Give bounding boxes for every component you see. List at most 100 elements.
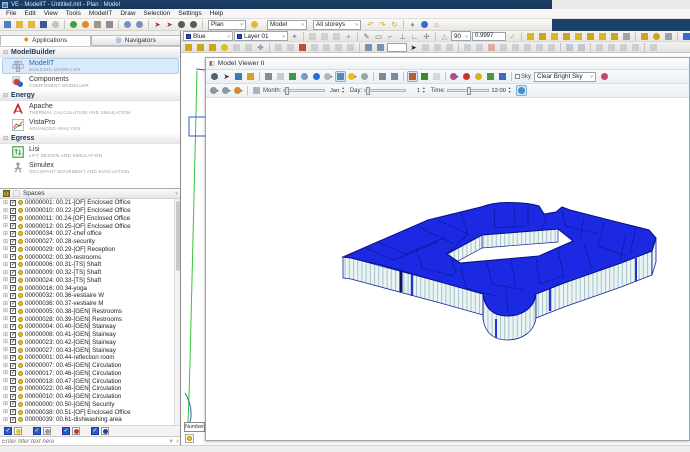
new-model-icon[interactable] — [2, 19, 13, 30]
menu-modelit[interactable]: ModelIT — [85, 10, 116, 17]
outline-view-icon[interactable]: ▾ — [323, 71, 334, 82]
eye-view-icon[interactable] — [473, 71, 484, 82]
pin-view-icon[interactable]: ♦ — [407, 19, 418, 30]
menu-view[interactable]: View — [40, 10, 62, 17]
bulb-icon[interactable] — [18, 355, 24, 361]
person-view-icon[interactable] — [407, 71, 418, 82]
mirror-space-icon[interactable] — [561, 31, 572, 41]
expand-icon[interactable]: ⊞ — [3, 394, 8, 400]
expand-icon[interactable]: ⊞ — [3, 386, 8, 392]
expand-icon[interactable]: ⊞ — [3, 355, 8, 361]
sky-checkbox[interactable] — [515, 74, 520, 79]
bulb-icon[interactable] — [18, 246, 24, 252]
save-all-icon[interactable] — [38, 19, 49, 30]
draw-poly-icon[interactable]: ✢ — [421, 31, 432, 41]
space-checkbox[interactable]: ✓ — [10, 238, 17, 245]
orbit-3d-icon[interactable] — [209, 71, 220, 82]
expand-icon[interactable]: ⊞ — [3, 301, 8, 307]
space-row[interactable]: ⊞ ✓ 00000008: 00.41-[GEN] Stairway — [0, 331, 174, 339]
expand-icon[interactable]: ⊞ — [3, 270, 8, 276]
menu-tools[interactable]: Tools — [62, 10, 85, 17]
filter-input[interactable] — [2, 437, 167, 445]
delete-selection-icon[interactable] — [104, 19, 115, 30]
bulb-icon[interactable] — [18, 316, 24, 322]
scrollbar-thumb[interactable] — [176, 201, 180, 271]
space-checkbox[interactable]: ✓ — [10, 331, 17, 338]
select-lasso-icon[interactable]: ➤ — [164, 19, 175, 30]
material-ball-icon[interactable]: ▾ — [449, 71, 460, 82]
extrude-space-icon[interactable] — [573, 31, 584, 41]
expand-icon[interactable]: ⊞ — [3, 363, 8, 369]
space-row[interactable]: ⊞ ✓ 00000012: 00.25-[OF] Enclosed Office — [0, 222, 174, 230]
bulb-toggle-button[interactable] — [72, 427, 80, 435]
bulb-all-icon[interactable] — [219, 42, 230, 52]
zoom-region-icon[interactable] — [299, 71, 310, 82]
space-checkbox[interactable]: ✓ — [10, 416, 17, 423]
expand-icon[interactable]: ⊞ — [3, 246, 8, 252]
attach-tool-icon[interactable]: ✤ — [255, 42, 266, 52]
bulb-icon[interactable] — [18, 301, 24, 307]
split-space-icon[interactable] — [585, 31, 596, 41]
space-checkbox[interactable]: ✓ — [10, 370, 17, 377]
measure-space-icon[interactable] — [639, 31, 650, 41]
month-slider-thumb[interactable] — [285, 87, 290, 95]
space-row[interactable]: ⊞ ✓ 00000029: 00.29-[OF] Reception — [0, 246, 174, 254]
zoom-hand-icon[interactable] — [245, 71, 256, 82]
space-checkbox[interactable]: ✓ — [10, 215, 17, 222]
space-row[interactable]: ⊞ ✓ 00000004: 00.40-[GEN] Stairway — [0, 323, 174, 331]
space-row[interactable]: ⊞ ✓ 00000034: 00.27-chef office — [0, 230, 174, 238]
space-row[interactable]: ⊞ ✓ 00000022: 00.48-[GEN] Circulation — [0, 385, 174, 393]
sync-disabled-icon[interactable] — [50, 19, 61, 30]
save-model-icon[interactable] — [26, 19, 37, 30]
app-item-modelit[interactable]: ModelIT BUILDING MODELLER — [2, 58, 179, 74]
expand-icon[interactable]: ⊞ — [3, 378, 8, 384]
bulb-toggle-button[interactable] — [14, 427, 22, 435]
bulb-toggle-button[interactable] — [43, 427, 51, 435]
align-tool-icon[interactable] — [621, 31, 632, 41]
space-checkbox[interactable]: ✓ — [10, 292, 17, 299]
snap-value-input[interactable]: 0.9997 — [472, 31, 506, 41]
space-checkbox[interactable]: ✓ — [10, 354, 17, 361]
section-header-modelbuilder[interactable]: ⊟ ModelBuilder — [0, 47, 180, 58]
space-checkbox[interactable]: ✓ — [10, 285, 17, 292]
shaded-view-icon[interactable] — [311, 71, 322, 82]
add-item-icon[interactable]: + — [343, 31, 354, 41]
expand-icon[interactable]: ⊞ — [3, 285, 8, 291]
space-checkbox[interactable]: ✓ — [10, 339, 17, 346]
bulb-icon[interactable] — [18, 231, 24, 237]
space-checkbox[interactable]: ✓ — [10, 393, 17, 400]
space-checkbox[interactable]: ✓ — [10, 347, 17, 354]
expand-icon[interactable]: ⊞ — [3, 339, 8, 345]
leaf-view-icon[interactable] — [485, 71, 496, 82]
space-row[interactable]: ⊞ ✓ 00000028: 00.39-[GEN] Restrooms — [0, 315, 174, 323]
export-image-icon[interactable] — [681, 31, 690, 41]
validate-model-icon[interactable] — [68, 19, 79, 30]
space-row[interactable]: ⊞ ✓ 00000011: 00.24-[OF] Enclosed Office — [0, 215, 174, 223]
sun-color-icon[interactable]: ▾ — [233, 85, 244, 96]
wireframe-arc-icon[interactable] — [275, 71, 286, 82]
colour-combo[interactable]: Blue ˅ — [183, 31, 233, 41]
layer-combo[interactable]: Layer 01 ˅ — [234, 31, 288, 41]
space-checkbox[interactable]: ✓ — [10, 199, 17, 206]
model-viewer-title-bar[interactable]: ◧ Model Viewer II — [206, 58, 689, 70]
bulb-icon[interactable] — [18, 277, 24, 283]
expand-icon[interactable]: ⊞ — [3, 332, 8, 338]
bulb-icon[interactable] — [18, 239, 24, 245]
day-slider-thumb[interactable] — [366, 87, 371, 95]
angle-shape-icon[interactable]: △ — [439, 31, 450, 41]
bulb-icon[interactable] — [18, 378, 24, 384]
space-checkbox[interactable]: ✓ — [10, 246, 17, 253]
draw-corner-icon[interactable]: ⌐ — [385, 31, 396, 41]
expand-icon[interactable]: ⊞ — [3, 316, 8, 322]
sun-ball-icon[interactable] — [461, 71, 472, 82]
space-row[interactable]: ⊞ ✓ 00000006: 00.31-[TS] Shaft — [0, 261, 174, 269]
expand-icon[interactable]: ⊞ — [3, 200, 8, 206]
solid-view-icon[interactable] — [335, 71, 346, 82]
repeat-action-icon[interactable]: ↻ — [389, 19, 400, 30]
snapshot-icon[interactable] — [377, 71, 388, 82]
compass-style-icon[interactable]: ▾ — [221, 85, 232, 96]
space-row[interactable]: ⊞ ✓ 00000027: 00.28-security — [0, 238, 174, 246]
space-row[interactable]: ⊞ ✓ 00000001: 00.44-reflection room — [0, 354, 174, 362]
globe-view-icon[interactable] — [419, 19, 430, 30]
query-space-icon[interactable] — [663, 31, 674, 41]
